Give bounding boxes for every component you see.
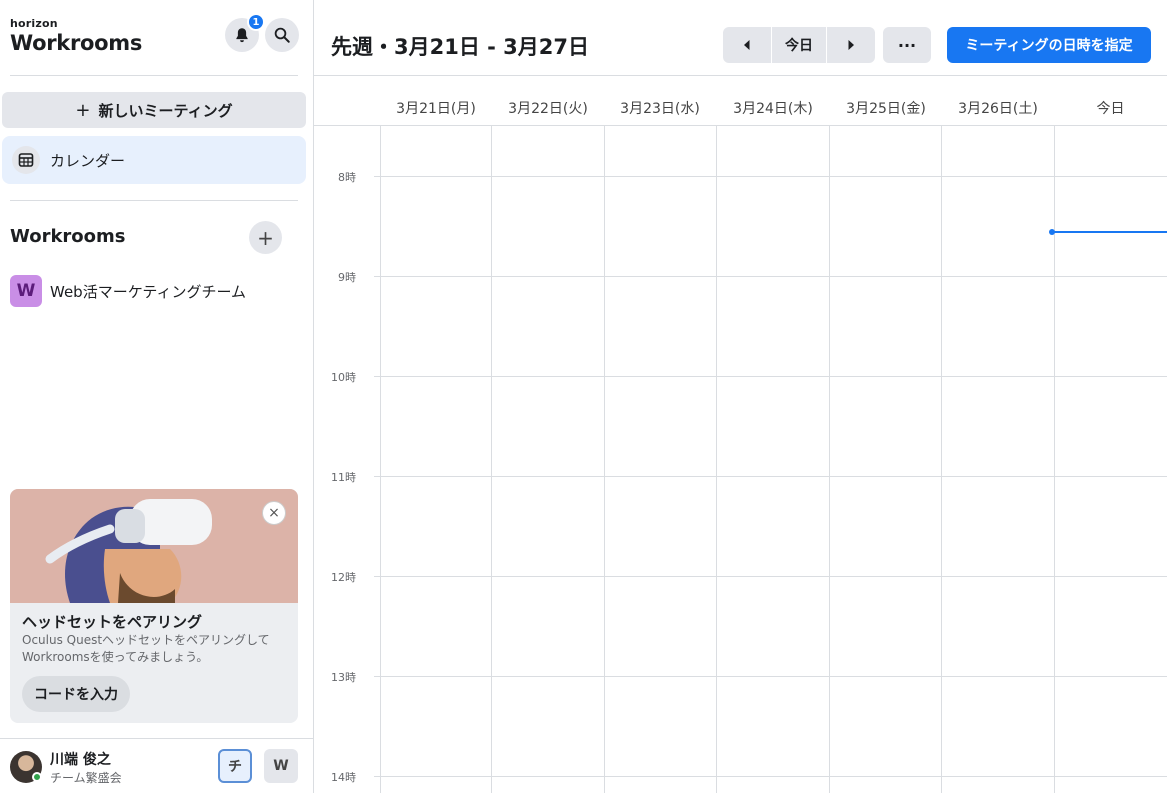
hour-line <box>374 576 1167 577</box>
sidebar-item-calendar[interactable]: カレンダー <box>2 136 306 184</box>
sidebar: horizon Workrooms 1 + 新しいミーティング カレンダー Wo… <box>0 0 314 793</box>
schedule-meeting-button[interactable]: ミーティングの日時を指定 <box>947 27 1151 63</box>
hour-line <box>374 776 1167 777</box>
divider <box>314 75 1167 76</box>
promo-title: ヘッドセットをペアリング <box>22 613 203 631</box>
chevron-left-icon <box>744 40 750 50</box>
next-week-button[interactable] <box>827 27 875 63</box>
divider <box>10 75 298 76</box>
grid-column-line <box>1054 126 1055 793</box>
previous-week-button[interactable] <box>723 27 771 63</box>
hour-line <box>374 176 1167 177</box>
hour-label: 14時 <box>331 771 356 784</box>
day-header: 3月22日(火) <box>508 101 588 117</box>
close-icon[interactable]: × <box>262 501 286 525</box>
plus-icon: + <box>257 225 274 250</box>
search-icon <box>274 27 290 43</box>
workspace-switch-w[interactable]: W <box>264 749 298 783</box>
week-grid[interactable]: 8時 9時 10時 11時 12時 13時 14時 <box>314 126 1167 793</box>
bell-icon <box>236 28 248 43</box>
calendar-grid-icon <box>12 146 40 174</box>
room-name: Web活マーケティングチーム <box>50 282 247 301</box>
hour-label: 8時 <box>338 171 356 184</box>
vr-headset-illustration <box>10 489 298 603</box>
promo-description: Oculus Questヘッドセットをペアリングして Workroomsを使って… <box>22 633 270 664</box>
hour-label: 12時 <box>331 571 356 584</box>
sidebar-item-workroom[interactable]: W Web活マーケティングチーム <box>10 275 246 307</box>
current-time-indicator <box>1052 231 1167 233</box>
new-meeting-label: 新しいミーティング <box>98 101 233 120</box>
hour-label: 10時 <box>331 371 356 384</box>
grid-column-line <box>604 126 605 793</box>
day-header: 3月24日(木) <box>733 101 813 117</box>
brand-horizon: horizon <box>10 17 58 30</box>
grid-column-line <box>716 126 717 793</box>
grid-column-line <box>829 126 830 793</box>
notification-badge: 1 <box>247 13 265 31</box>
pair-headset-card: × ヘッドセットをペアリング Oculus Questヘッドセットをペアリングし… <box>10 489 298 723</box>
plus-icon: + <box>75 99 91 121</box>
user-bar: 川端 俊之 チーム繁盛会 チ W <box>0 738 313 793</box>
day-header: 3月26日(土) <box>958 101 1038 117</box>
divider <box>10 200 298 201</box>
grid-column-line <box>491 126 492 793</box>
grid-column-line <box>941 126 942 793</box>
brand-workrooms[interactable]: Workrooms <box>10 31 142 55</box>
chevron-right-icon <box>848 40 854 50</box>
app-window: horizon Workrooms 1 + 新しいミーティング カレンダー Wo… <box>0 0 1167 793</box>
hour-line <box>374 676 1167 677</box>
today-button[interactable]: 今日 <box>772 27 826 63</box>
workspace-switch-team[interactable]: チ <box>218 749 252 783</box>
online-status-dot <box>32 772 42 782</box>
hour-line <box>374 376 1167 377</box>
search-button[interactable] <box>265 18 299 52</box>
sidebar-item-label: カレンダー <box>50 151 126 170</box>
new-meeting-button[interactable]: + 新しいミーティング <box>2 92 306 128</box>
hour-line <box>374 276 1167 277</box>
add-workroom-button[interactable]: + <box>249 221 282 254</box>
day-header: 3月23日(水) <box>620 101 700 117</box>
grid-column-line <box>380 126 381 793</box>
day-header-today: 今日 <box>1096 101 1125 117</box>
page-title: 先週・3月21日 - 3月27日 <box>331 35 590 59</box>
room-avatar: W <box>10 275 42 307</box>
more-options-button[interactable]: ··· <box>883 27 931 63</box>
hour-label: 13時 <box>331 671 356 684</box>
hour-label: 11時 <box>331 471 356 484</box>
user-name: 川端 俊之 <box>50 752 111 768</box>
enter-code-button[interactable]: コードを入力 <box>22 676 130 712</box>
day-header: 3月21日(月) <box>396 101 476 117</box>
hour-label: 9時 <box>338 271 356 284</box>
user-team: チーム繁盛会 <box>50 771 122 785</box>
day-header: 3月25日(金) <box>846 101 926 117</box>
workrooms-section-title: Workrooms <box>10 226 126 247</box>
calendar-main: 先週・3月21日 - 3月27日 今日 ··· ミーティングの日時を指定 3月2… <box>314 0 1167 793</box>
current-time-dot <box>1049 229 1055 235</box>
hour-line <box>374 476 1167 477</box>
